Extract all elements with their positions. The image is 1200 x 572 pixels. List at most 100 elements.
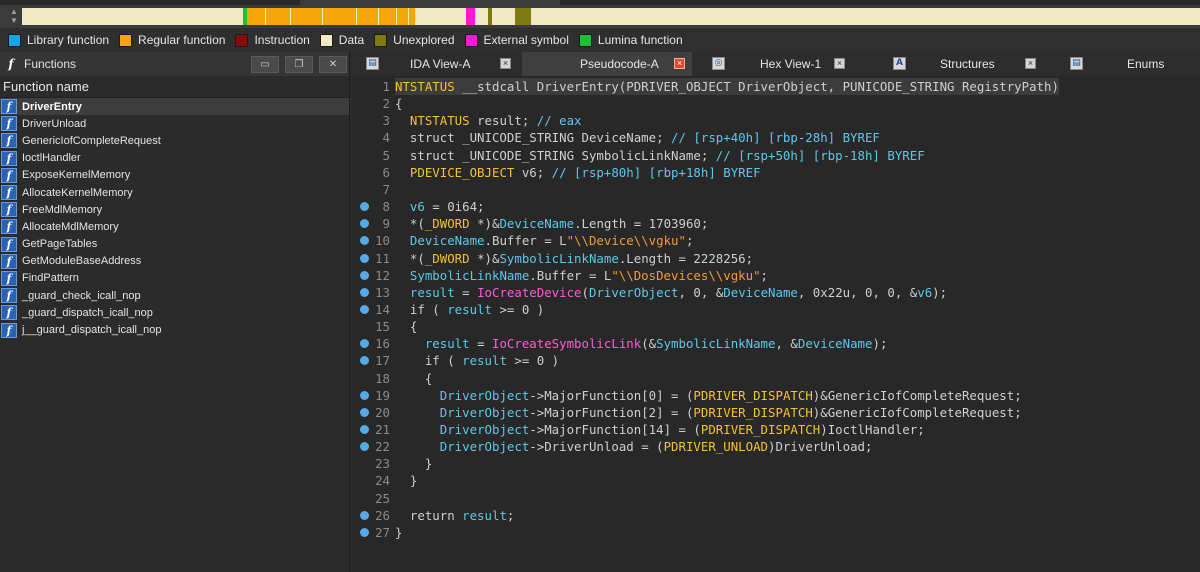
code-text: DeviceName.Buffer = L"\\Device\\vgku"; [395,232,694,249]
function-icon: f [1,116,17,132]
navigation-band[interactable] [22,8,1200,25]
code-token: ; [506,507,515,523]
code-line[interactable]: 17 if ( result >= 0 ) [352,352,1200,369]
tab-enums[interactable]: ▤ Enums [1032,52,1200,76]
function-list-item[interactable]: f DriverEntry [0,98,349,116]
function-name: _guard_dispatch_icall_nop [22,306,153,319]
code-line[interactable]: 21 DriverObject->MajorFunction[14] = (PD… [352,421,1200,438]
pseudocode-view[interactable]: 1 NTSTATUS __stdcall DriverEntry(PDRIVER_… [352,76,1200,572]
function-list-item[interactable]: f GetPageTables [0,236,349,253]
function-list-item[interactable]: f j__guard_dispatch_icall_nop [0,321,349,338]
tab-hex-view-1[interactable]: ◎ Hex View-1 × [692,52,862,76]
legend-label: Regular function [138,33,226,47]
toolbar-remnant [0,0,300,5]
code-line[interactable]: 1 NTSTATUS __stdcall DriverEntry(PDRIVER_… [352,78,1200,95]
code-token: DeviceName [409,233,485,249]
column-header-function-name[interactable]: Function name [0,76,349,98]
tab-close-icon[interactable]: × [500,58,511,69]
function-list-item[interactable]: f _guard_dispatch_icall_nop [0,304,349,321]
legend-label: External symbol [483,33,569,47]
function-list-item[interactable]: f FreeMdlMemory [0,201,349,218]
function-list-item[interactable]: f ExposeKernelMemory [0,167,349,184]
function-name: FreeMdlMemory [22,203,103,216]
legend-swatch [578,33,592,47]
legend-item: Lumina function [578,33,683,47]
function-list-item[interactable]: f DriverUnload [0,115,349,132]
line-number: 6 [382,164,390,180]
code-line[interactable]: 7 [352,181,1200,198]
code-line[interactable]: 25 [352,490,1200,507]
code-text: struct _UNICODE_STRING DeviceName; // [r… [395,129,880,146]
code-line[interactable]: 3 NTSTATUS result; // eax [352,112,1200,129]
nav-tick [408,8,409,25]
function-name: j__guard_dispatch_icall_nop [22,324,162,337]
code-line[interactable]: 18 { [352,370,1200,387]
code-line[interactable]: 15 { [352,318,1200,335]
code-token: result [424,336,470,352]
code-line[interactable]: 11 *(_DWORD *)&SymbolicLinkName.Length =… [352,250,1200,267]
code-line[interactable]: 22 DriverObject->DriverUnload = (PDRIVER… [352,438,1200,455]
function-list-item[interactable]: f _guard_check_icall_nop [0,287,349,304]
code-line[interactable]: 19 DriverObject->MajorFunction[0] = (PDR… [352,387,1200,404]
function-list-item[interactable]: f FindPattern [0,270,349,287]
code-line[interactable]: 27} [352,524,1200,541]
code-token: v6 [917,284,933,300]
code-token: { [395,370,433,386]
nav-up-arrow-icon[interactable]: ▲ [10,8,18,16]
functions-panel: f Functions ▭ ❐ ✕ Function name f DriverE… [0,52,350,572]
code-line[interactable]: 14 if ( result >= 0 ) [352,301,1200,318]
code-text: *(_DWORD *)&SymbolicLinkName.Length = 22… [395,250,753,267]
code-line[interactable]: 4 struct _UNICODE_STRING DeviceName; // … [352,129,1200,146]
code-token: result; [469,113,537,129]
code-line[interactable]: 10 DeviceName.Buffer = L"\\Device\\vgku"… [352,232,1200,249]
code-line[interactable]: 23 } [352,455,1200,472]
code-token: } [395,456,433,472]
legend-label: Data [338,33,365,47]
tab-close-icon[interactable]: × [674,58,685,69]
code-text: DriverObject->MajorFunction[14] = (PDRIV… [395,421,925,438]
legend-item: Regular function [119,33,225,47]
function-icon: f [1,185,17,201]
minimize-button[interactable]: ▭ [251,56,279,73]
function-list-item[interactable]: f GenericIofCompleteRequest [0,132,349,149]
code-line[interactable]: 16 result = IoCreateSymbolicLink(&Symbol… [352,335,1200,352]
code-line[interactable]: 5 struct _UNICODE_STRING SymbolicLinkNam… [352,147,1200,164]
toolbar-remnant [560,0,1200,5]
function-icon: f [1,99,17,115]
code-line[interactable]: 26 return result; [352,507,1200,524]
code-line[interactable]: 13 result = IoCreateDevice(DriverObject,… [352,284,1200,301]
nav-tick [378,8,379,25]
close-panel-button[interactable]: ✕ [319,56,347,73]
function-list-item[interactable]: f AllocateKernelMemory [0,184,349,201]
code-line[interactable]: 2{ [352,95,1200,112]
tab-pseudocode-a[interactable]: Pseudocode-A × [522,52,692,76]
code-token: "\\DosDevices\\vgku" [611,267,761,283]
code-line[interactable]: 12 SymbolicLinkName.Buffer = L"\\DosDevi… [352,267,1200,284]
line-number: 18 [375,370,390,386]
nav-down-arrow-icon[interactable]: ▼ [10,17,18,25]
code-token: PDRIVER_UNLOAD [663,439,769,455]
function-name: DriverEntry [22,100,82,113]
function-name: AllocateMdlMemory [22,220,119,233]
code-line[interactable]: 8 v6 = 0i64; [352,198,1200,215]
code-line[interactable]: 6 PDEVICE_OBJECT v6; // [rsp+80h] [rbp+1… [352,164,1200,181]
code-line[interactable]: 9 *(_DWORD *)&DeviceName.Length = 170396… [352,215,1200,232]
function-icon: f [1,253,17,269]
function-icon: f [1,150,17,166]
code-text: } [395,472,417,489]
function-icon: f [1,202,17,218]
legend-swatch [8,33,21,47]
tab-close-icon[interactable]: × [834,58,845,69]
function-list-item[interactable]: f AllocateMdlMemory [0,218,349,235]
tab-ida-view-a[interactable]: ▤ IDA View-A × [352,52,522,76]
code-line[interactable]: 20 DriverObject->MajorFunction[2] = (PDR… [352,404,1200,421]
float-button[interactable]: ❐ [285,56,313,73]
tab-label: Pseudocode-A [580,57,659,71]
code-line[interactable]: 24 } [352,472,1200,489]
code-token: } [395,473,418,489]
function-list-item[interactable]: f GetModuleBaseAddress [0,253,349,270]
tab-structures[interactable]: A Structures × [862,52,1036,76]
function-list-item[interactable]: f IoctlHandler [0,150,349,167]
